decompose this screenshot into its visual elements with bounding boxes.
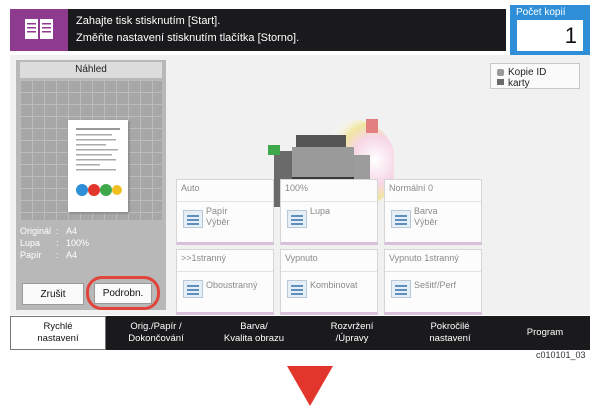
tile-value: 100% bbox=[285, 183, 309, 193]
tab-quick-setup[interactable]: Rychlé nastavení bbox=[10, 316, 106, 350]
tab-program[interactable]: Program bbox=[500, 316, 590, 350]
info-value: 100% bbox=[66, 238, 90, 248]
tab-label-line1: Orig./Papír / bbox=[130, 321, 182, 332]
id-card-icon bbox=[497, 69, 504, 76]
tab-label-line2: nastavení bbox=[37, 333, 79, 344]
tile-value: Auto bbox=[181, 183, 200, 193]
down-arrow-icon bbox=[287, 366, 333, 406]
combine-icon bbox=[287, 280, 307, 298]
paper-icon bbox=[183, 210, 203, 228]
message-bar: Zahajte tisk stisknutím [Start]. Změňte … bbox=[10, 9, 506, 51]
id-card-label-line2: karty bbox=[508, 78, 530, 89]
tile-paper-selection[interactable]: Auto Papír Výběr bbox=[176, 179, 274, 245]
tile-label: Oboustranný bbox=[206, 280, 258, 290]
tab-label-line1: Rozvržení bbox=[330, 321, 374, 332]
tab-label-line1: Rychlé bbox=[43, 321, 73, 332]
status-message-line1: Zahajte tisk stisknutím [Start]. bbox=[76, 15, 221, 27]
tab-bar: Rychlé nastavení Orig./Papír / Dokončování… bbox=[10, 316, 590, 350]
tile-label: Kombinovat bbox=[310, 280, 358, 290]
image-code: c010101_03 bbox=[536, 350, 586, 360]
preview-info-original: Originál: A4 bbox=[20, 226, 126, 236]
copies-value[interactable]: 1 bbox=[517, 20, 583, 51]
info-value: A4 bbox=[66, 226, 78, 236]
info-key: Originál bbox=[20, 226, 52, 236]
tile-combine[interactable]: Vypnuto Kombinovat bbox=[280, 249, 378, 315]
tile-label-line1: Papír bbox=[206, 206, 228, 216]
tab-label-line1: Pokročilé bbox=[430, 321, 470, 332]
preview-info-paper: Papír: A4 bbox=[20, 250, 126, 260]
tab-color-image-quality[interactable]: Barva/Kvalita obrazu bbox=[206, 316, 302, 350]
tab-label-line2: Kvalita obrazu bbox=[223, 333, 285, 344]
tile-label-line2: Výběr bbox=[414, 217, 438, 227]
tab-label-line2: /Úpravy bbox=[335, 333, 369, 344]
tile-zoom[interactable]: 100% Lupa bbox=[280, 179, 378, 245]
staple-icon bbox=[391, 280, 411, 298]
tile-color-selection[interactable]: Normální 0 Barva Výběr bbox=[384, 179, 482, 245]
tab-label-line2: Dokončování bbox=[128, 333, 184, 344]
preview-grid bbox=[20, 80, 162, 220]
tile-label-line2: Výběr bbox=[206, 217, 230, 227]
cancel-button[interactable]: Zrušit bbox=[22, 283, 84, 305]
id-card-tray-icon bbox=[497, 79, 504, 85]
tab-label-line2: nastavení bbox=[429, 333, 471, 344]
copies-label: Počet kopií bbox=[516, 7, 566, 18]
preview-info-zoom: Lupa:100% bbox=[20, 238, 126, 248]
tile-value: Vypnuto bbox=[285, 253, 318, 263]
info-value: A4 bbox=[66, 250, 78, 260]
tile-label-line1: Lupa bbox=[310, 206, 331, 216]
tab-original-paper-finishing[interactable]: Orig./Papír / Dokončování bbox=[108, 316, 204, 350]
id-card-label-line1: Kopie ID bbox=[508, 67, 547, 78]
info-key: Papír bbox=[20, 250, 42, 260]
preview-panel: Náhled Originál: A4 Lupa: 100% Papír:… bbox=[16, 60, 166, 310]
id-card-copy-button[interactable]: Kopie ID karty bbox=[490, 63, 580, 89]
tile-value: Normální 0 bbox=[389, 183, 434, 193]
tile-duplex[interactable]: >>1stranný Oboustranný bbox=[176, 249, 274, 315]
color-icon bbox=[391, 210, 411, 228]
tab-label-line1: Program bbox=[526, 327, 564, 338]
copy-screen: Zahajte tisk stisknutím [Start]. Změňte … bbox=[0, 0, 604, 420]
info-key: Lupa bbox=[20, 238, 41, 248]
tile-staple-punch[interactable]: Vypnuto 1stranný Sešitř/Perf bbox=[384, 249, 482, 315]
document-copy-icon bbox=[10, 9, 68, 51]
tile-value: Vypnuto 1stranný bbox=[389, 253, 459, 263]
tab-label-line1: Barva/ bbox=[240, 321, 268, 332]
status-message-line2: Změňte nastavení stisknutím tlačítka [St… bbox=[76, 32, 300, 44]
zoom-icon bbox=[287, 210, 307, 228]
tile-label-line1: Barva bbox=[414, 206, 438, 216]
duplex-icon bbox=[183, 280, 203, 298]
preview-title: Náhled bbox=[20, 62, 162, 78]
tab-layout-edit[interactable]: Rozvržení/Úpravy bbox=[304, 316, 400, 350]
preview-page-thumbnail bbox=[68, 120, 128, 212]
detail-button[interactable]: Podrobn. bbox=[94, 283, 152, 304]
tile-value: >>1stranný bbox=[181, 253, 227, 263]
tab-advanced-setup[interactable]: Pokročilé nastavení bbox=[402, 316, 498, 350]
copies-counter[interactable]: Počet kopií 1 bbox=[510, 5, 590, 55]
tile-label: Sešitř/Perf bbox=[414, 280, 457, 290]
